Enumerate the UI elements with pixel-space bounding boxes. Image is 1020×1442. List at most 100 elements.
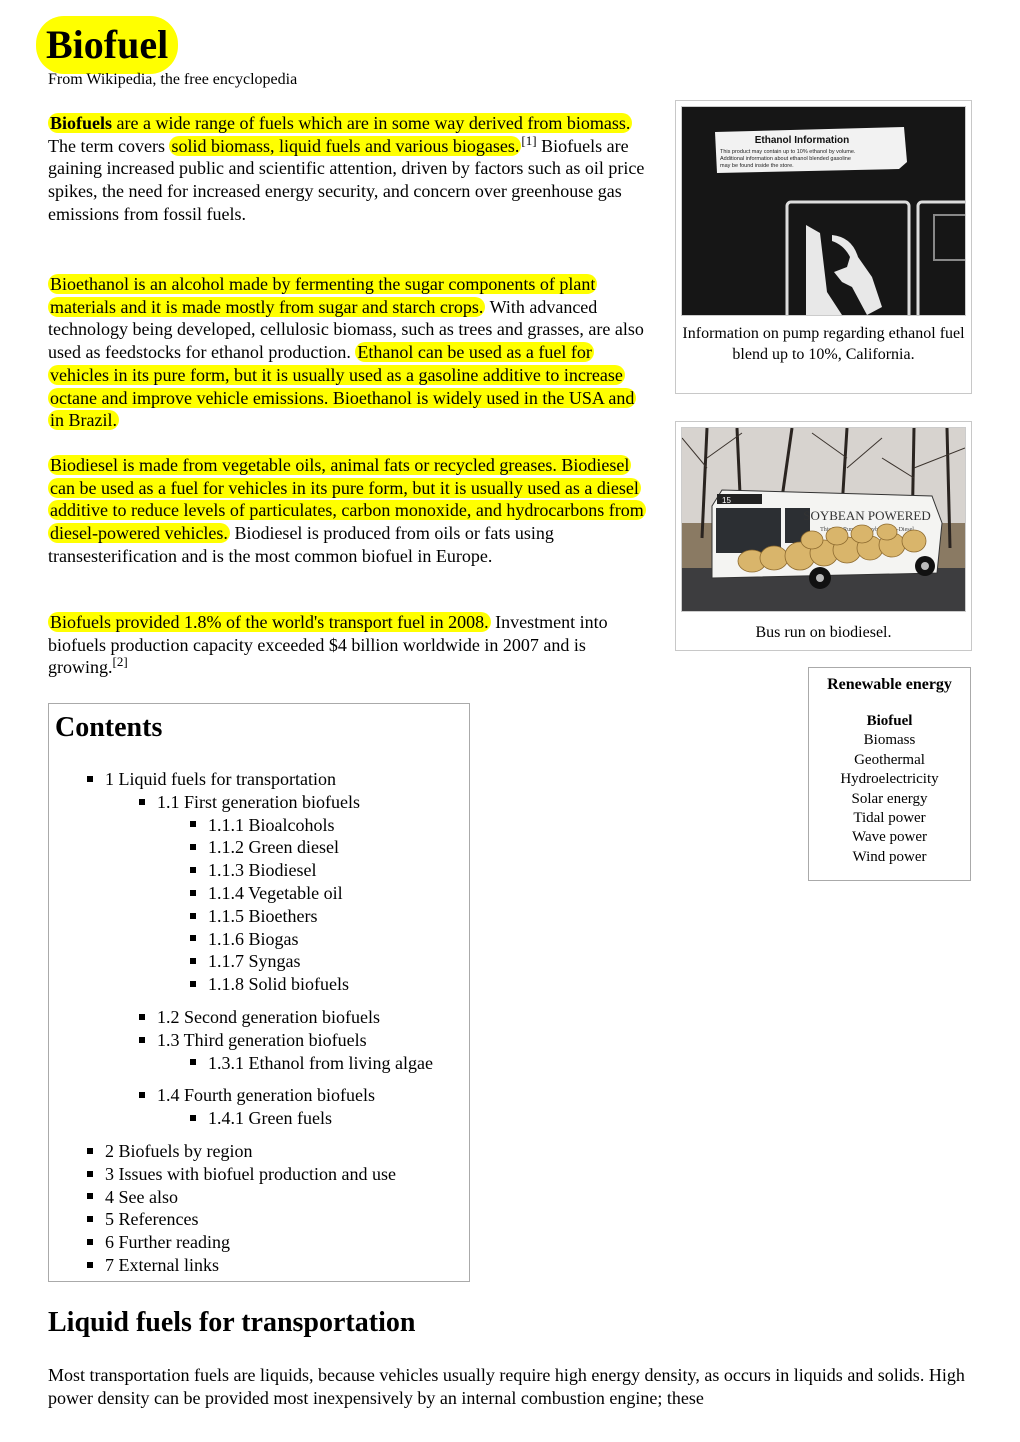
- toc-item[interactable]: 1.1.6 Biogas: [190, 928, 299, 950]
- bus-illustration: SOYBEAN POWERED This Bus Runs On Soybean…: [682, 428, 965, 611]
- bullet-icon: [87, 1193, 93, 1200]
- sign-line-1: This product may contain up to 10% ethan…: [720, 149, 856, 155]
- toc-item[interactable]: 1 Liquid fuels for transportation: [87, 768, 336, 790]
- text: The term covers: [48, 135, 170, 156]
- highlight: solid biomass, liquid fuels and various …: [169, 135, 522, 156]
- section-heading: Liquid fuels for transportation: [48, 1307, 416, 1338]
- toc-item[interactable]: 1.1.8 Solid biofuels: [190, 973, 349, 995]
- bullet-icon: [190, 1059, 196, 1066]
- toc-item[interactable]: 1.1.7 Syngas: [190, 950, 301, 972]
- toc-item-label: 7 External links: [105, 1255, 219, 1275]
- highlight: Biofuels are a wide range of fuels which…: [48, 113, 633, 133]
- bullet-icon: [190, 844, 196, 851]
- navbox-item[interactable]: Wind power: [809, 848, 970, 867]
- toc-item-label: 6 Further reading: [105, 1232, 230, 1253]
- toc-item[interactable]: 1.1.1 Bioalcohols: [190, 814, 335, 836]
- toc-item-label: 3 Issues with biofuel production and use: [105, 1163, 396, 1184]
- bullet-icon: [87, 775, 93, 782]
- navbox-item[interactable]: Solar energy: [809, 790, 970, 809]
- toc-item[interactable]: 5 References: [87, 1208, 198, 1230]
- toc-item-label: 1.3.1 Ethanol from living algae: [208, 1052, 433, 1073]
- figure-caption: Bus run on biodiesel.: [755, 624, 892, 641]
- navbox-item[interactable]: Biomass: [809, 731, 970, 750]
- sign-heading: Ethanol Information: [755, 135, 849, 146]
- toc-item[interactable]: 1.2 Second generation biofuels: [139, 1006, 380, 1028]
- toc-item-label: 1.1.3 Biodiesel: [208, 860, 317, 881]
- toc-item[interactable]: 1.3.1 Ethanol from living algae: [190, 1052, 433, 1074]
- toc-item-label: 1.1.5 Bioethers: [208, 905, 318, 926]
- biodiesel-bus-image[interactable]: SOYBEAN POWERED This Bus Runs On Soybean…: [681, 427, 966, 612]
- sign-line-2: Additional information about ethanol ble…: [720, 156, 851, 162]
- bullet-icon: [87, 1261, 93, 1268]
- bus-headline: SOYBEAN POWERED: [803, 508, 930, 523]
- pump-illustration: Ethanol Information This product may con…: [682, 107, 965, 315]
- title-wrap: Biofuel: [36, 16, 179, 74]
- ethanol-pump-image[interactable]: Ethanol Information This product may con…: [681, 106, 966, 316]
- sign-line-3: may be found inside the store.: [720, 163, 794, 169]
- intro-paragraph-3: Biodiesel is made from vegetable oils, a…: [48, 454, 648, 568]
- toc-item-label: 1.1.7 Syngas: [208, 951, 301, 972]
- bullet-icon: [139, 798, 145, 805]
- figure-ethanol-pump: Ethanol Information This product may con…: [675, 100, 972, 394]
- page-title: Biofuel: [36, 16, 179, 74]
- toc-item[interactable]: 1.4 Fourth generation biofuels: [139, 1084, 375, 1106]
- navbox-item[interactable]: Hydroelectricity: [809, 770, 970, 789]
- toc-item-label: 1.1 First generation biofuels: [157, 791, 360, 812]
- toc-item[interactable]: 1.1.2 Green diesel: [190, 836, 339, 858]
- intro-paragraph-4: Biofuels provided 1.8% of the world's tr…: [48, 611, 648, 679]
- table-of-contents: Contents 1 Liquid fuels for transportati…: [48, 703, 470, 1282]
- bullet-icon: [190, 981, 196, 988]
- toc-item-label: 1.1.2 Green diesel: [208, 837, 339, 858]
- navbox-list: Biofuel Biomass Geothermal Hydroelectricity…: [809, 712, 970, 867]
- navbox-item[interactable]: Tidal power: [809, 809, 970, 828]
- bullet-icon: [190, 821, 196, 828]
- bullet-icon: [87, 1170, 93, 1177]
- intro-paragraph-1: Biofuels are a wide range of fuels which…: [48, 112, 648, 226]
- toc-item-label: 1.1.1 Bioalcohols: [208, 814, 335, 835]
- tagline: From Wikipedia, the free encyclopedia: [48, 71, 298, 88]
- toc-item-label: 4 See also: [105, 1186, 178, 1207]
- toc-item[interactable]: 4 See also: [87, 1186, 178, 1208]
- section-paragraph: Most transportation fuels are liquids, b…: [48, 1365, 965, 1408]
- toc-title: Contents: [55, 712, 163, 743]
- toc-item-label: 1.1.6 Biogas: [208, 928, 299, 949]
- bold-term: Biofuels: [50, 113, 113, 133]
- toc-item[interactable]: 1.3 Third generation biofuels: [139, 1029, 367, 1051]
- toc-item[interactable]: 3 Issues with biofuel production and use: [87, 1163, 396, 1185]
- toc-item-label: 1.1.8 Solid biofuels: [208, 974, 350, 995]
- toc-item[interactable]: 1.1.3 Biodiesel: [190, 859, 317, 881]
- bullet-icon: [139, 1013, 145, 1020]
- toc-item-label: 1.3 Third generation biofuels: [157, 1029, 367, 1050]
- toc-item-label: 1.1.4 Vegetable oil: [208, 883, 343, 903]
- toc-item[interactable]: 6 Further reading: [87, 1231, 230, 1253]
- toc-item[interactable]: 1.1 First generation biofuels: [139, 791, 360, 813]
- renewable-energy-navbox: Renewable energy Biofuel Biomass Geotherma…: [808, 667, 971, 881]
- navbox-item[interactable]: Wave power: [809, 828, 970, 847]
- navbox-item[interactable]: Geothermal: [809, 751, 970, 770]
- bullet-icon: [87, 1239, 93, 1246]
- toc-item[interactable]: 7 External links: [87, 1254, 219, 1276]
- toc-item[interactable]: 1.1.5 Bioethers: [190, 905, 318, 927]
- toc-item-label: 1.4 Fourth generation biofuels: [157, 1085, 375, 1106]
- toc-item-label: 2 Biofuels by region: [105, 1141, 253, 1161]
- navbox-item: Biofuel: [866, 713, 913, 729]
- toc-item-label: 1 Liquid fuels for transportation: [105, 769, 336, 789]
- toc-item[interactable]: 1.4.1 Green fuels: [190, 1107, 332, 1129]
- bus-route-number: 15: [722, 496, 731, 505]
- bullet-icon: [190, 889, 196, 896]
- bullet-icon: [139, 1092, 145, 1099]
- bullet-icon: [139, 1036, 145, 1043]
- toc-item[interactable]: 1.1.4 Vegetable oil: [190, 882, 343, 904]
- toc-item-label: 1.2 Second generation biofuels: [157, 1007, 380, 1027]
- intro-paragraph-2: Bioethanol is an alcohol made by ferment…: [48, 273, 648, 432]
- highlight: Biofuels provided 1.8% of the world's tr…: [48, 612, 491, 632]
- toc-item[interactable]: 2 Biofuels by region: [87, 1140, 252, 1162]
- text: are a wide range of fuels which are in s…: [112, 113, 631, 133]
- reference-link[interactable]: [2]: [113, 654, 128, 669]
- toc-item-label: 1.4.1 Green fuels: [208, 1108, 332, 1129]
- bullet-icon: [190, 935, 196, 942]
- bullet-icon: [87, 1216, 93, 1223]
- bullet-icon: [190, 958, 196, 965]
- reference-link[interactable]: [1]: [521, 133, 536, 148]
- bullet-icon: [190, 867, 196, 874]
